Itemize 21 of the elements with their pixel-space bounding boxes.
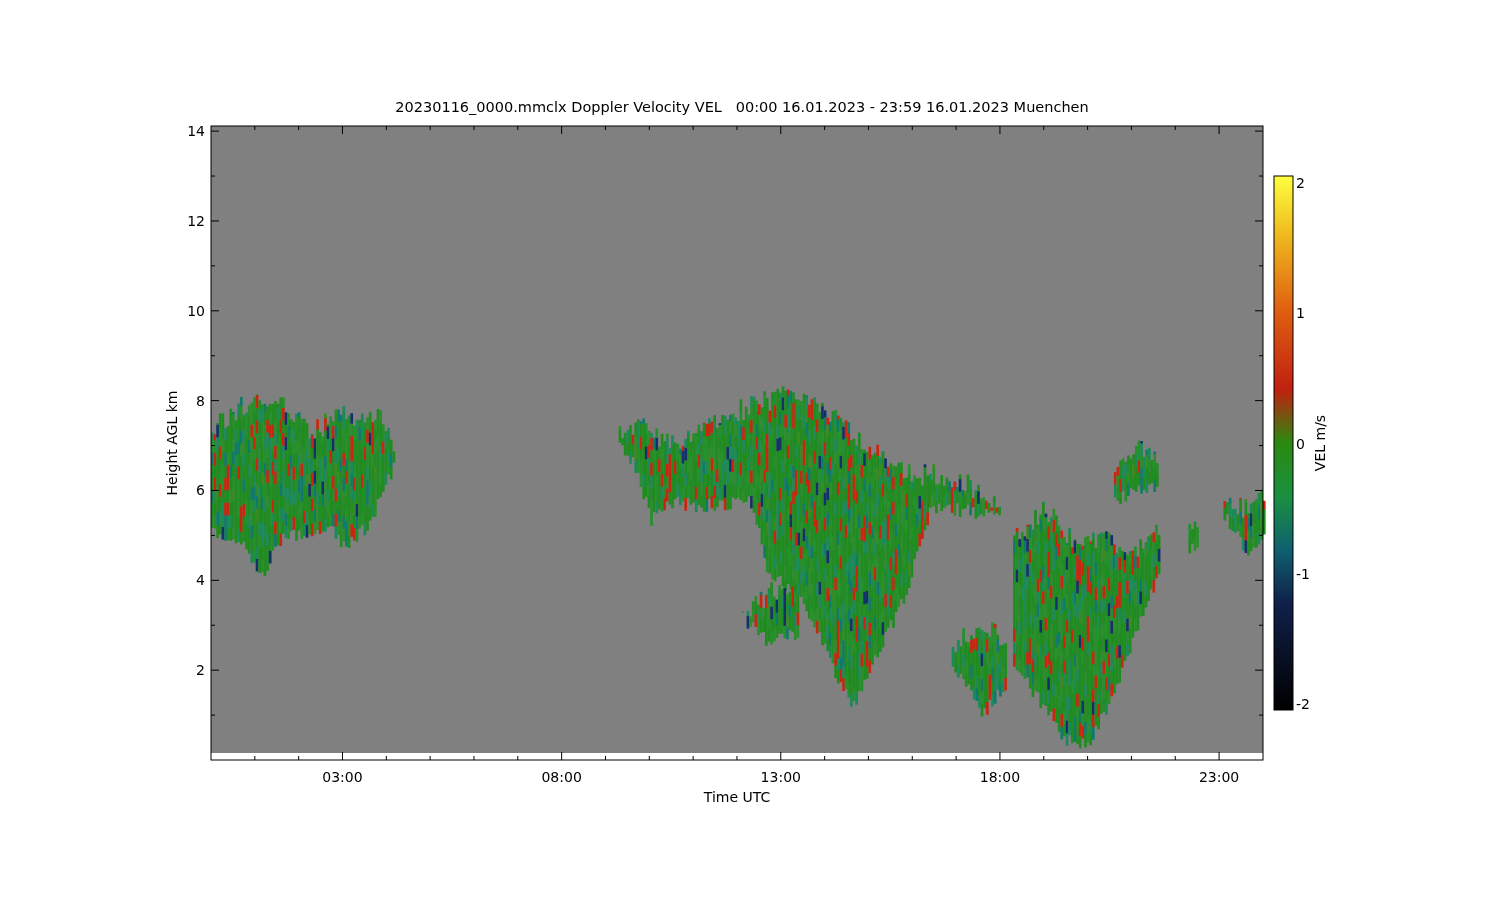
x-tick-label: 23:00	[1198, 769, 1240, 785]
colorbar-label: VEL m/s	[1312, 414, 1328, 472]
y-axis-label: Height AGL km	[164, 390, 180, 496]
x-tick-label: 18:00	[979, 769, 1021, 785]
y-tick-label: 8	[196, 392, 205, 409]
y-tick-label: 12	[187, 212, 205, 229]
colorbar-tick-label: 0	[1296, 435, 1305, 452]
plot-title: 20230116_0000.mmclx Doppler Velocity VEL 00:00 16.01.2023 - 23:59 16.01.2023 Muenchen	[395, 99, 1089, 115]
x-axis-label: Time UTC	[703, 789, 771, 805]
x-tick-label: 03:00	[322, 769, 363, 785]
colorbar-tick-label: 1	[1296, 305, 1305, 322]
y-tick-label: 10	[187, 302, 205, 319]
x-tick-label: 08:00	[541, 769, 582, 785]
y-tick-label: 6	[196, 482, 205, 499]
y-tick-label: 14	[187, 123, 205, 140]
colorbar-tick-label: -1	[1296, 565, 1310, 582]
colorbar-tick-label: 2	[1296, 175, 1305, 191]
y-tick-label: 2	[196, 662, 205, 679]
x-tick-label: 13:00	[760, 769, 801, 785]
y-tick-label: 4	[196, 572, 205, 589]
colorbar-tick-label: -2	[1296, 696, 1310, 713]
